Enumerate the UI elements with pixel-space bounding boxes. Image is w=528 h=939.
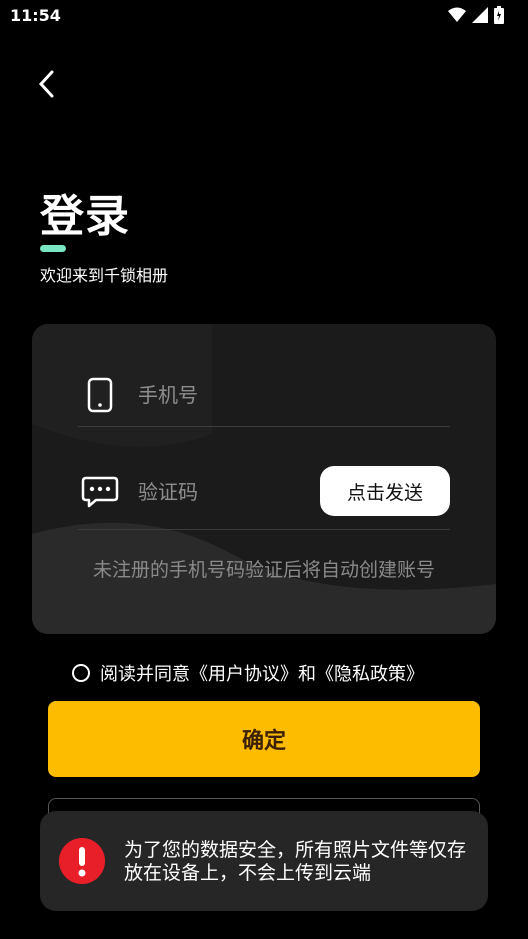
page-subtitle: 欢迎来到千锁相册 bbox=[40, 266, 169, 285]
register-hint: 未注册的手机号码验证后将自动创建账号 bbox=[92, 559, 435, 581]
status-icons bbox=[448, 6, 504, 24]
title-accent-bar bbox=[40, 245, 66, 252]
page-title: 登录 bbox=[40, 191, 130, 242]
battery-icon bbox=[494, 6, 504, 24]
code-divider bbox=[78, 529, 450, 530]
confirm-button[interactable]: 确定 bbox=[48, 701, 480, 777]
chat-bubble-icon bbox=[78, 470, 122, 514]
chevron-left-icon bbox=[38, 70, 54, 98]
phone-input[interactable] bbox=[138, 383, 298, 407]
agreement-row[interactable]: 阅读并同意《用户协议》和《隐私政策》 bbox=[72, 660, 424, 686]
status-bar: 11:54 bbox=[0, 0, 528, 32]
phone-divider bbox=[78, 426, 450, 427]
back-button[interactable] bbox=[28, 66, 64, 102]
status-time: 11:54 bbox=[10, 6, 61, 25]
toast-notification: 为了您的数据安全，所有照片文件等仅存放在设备上，不会上传到云端 bbox=[40, 811, 488, 911]
phone-row bbox=[78, 364, 450, 426]
send-code-button[interactable]: 点击发送 bbox=[320, 466, 450, 516]
agreement-text[interactable]: 阅读并同意《用户协议》和《隐私政策》 bbox=[100, 660, 424, 686]
signal-icon bbox=[472, 7, 488, 23]
phone-icon bbox=[78, 373, 122, 417]
wifi-icon bbox=[448, 7, 466, 22]
code-input[interactable] bbox=[138, 480, 298, 504]
toast-text: 为了您的数据安全，所有照片文件等仅存放在设备上，不会上传到云端 bbox=[124, 839, 467, 884]
agreement-radio[interactable] bbox=[72, 664, 90, 682]
alert-icon bbox=[59, 838, 105, 884]
